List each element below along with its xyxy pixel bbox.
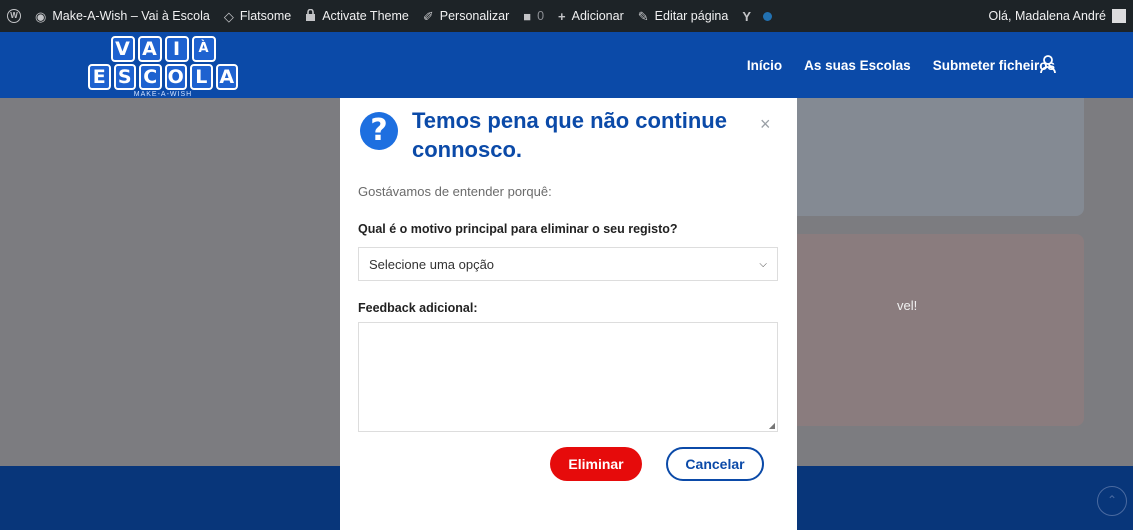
- delete-account-modal: ? Temos pena que não continue connosco. …: [340, 98, 797, 530]
- cancel-button[interactable]: Cancelar: [666, 447, 764, 481]
- my-account-menu[interactable]: Olá, Madalena André: [982, 0, 1133, 32]
- chevron-up-icon: ⌃: [1106, 493, 1118, 507]
- reason-label: Qual é o motivo principal para eliminar …: [358, 222, 678, 236]
- reason-select-value: Selecione uma opção: [369, 256, 495, 272]
- theme-label: Flatsome: [239, 9, 292, 23]
- site-name-label: Make-A-Wish – Vai à Escola: [52, 9, 210, 23]
- customize-label: Personalizar: [439, 9, 510, 23]
- question-icon: ?: [360, 112, 398, 150]
- logo-row-bottom: E S C O L A: [88, 64, 238, 90]
- site-logo[interactable]: V A I À E S C O L A MAKE-A-WISH: [88, 36, 238, 98]
- seo-status-dot: [763, 11, 773, 21]
- resize-handle-icon[interactable]: ◢: [769, 421, 775, 430]
- main-nav: Início As suas Escolas Submeter ficheiro…: [747, 32, 1055, 98]
- logo-tile: A: [215, 64, 238, 90]
- new-content-menu[interactable]: + Adicionar: [551, 0, 631, 32]
- edit-page-menu[interactable]: ✎ Editar página: [631, 0, 736, 32]
- chevron-down-icon: ⌵: [759, 258, 767, 270]
- logo-tile: S: [113, 64, 136, 90]
- greeting-label: Olá, Madalena André: [988, 9, 1106, 23]
- logo-tile: I: [164, 36, 189, 62]
- feedback-textarea[interactable]: ◢: [358, 322, 778, 432]
- comments-menu[interactable]: ■ 0: [516, 0, 551, 32]
- site-header: V A I À E S C O L A MAKE-A-WISH Início A…: [0, 32, 1133, 98]
- logo-tile: C: [139, 64, 162, 90]
- back-to-top-button[interactable]: ⌃: [1097, 486, 1127, 516]
- activate-theme-label: Activate Theme: [322, 9, 409, 23]
- plus-icon: +: [558, 8, 566, 24]
- dashboard-icon: ◉: [35, 8, 47, 24]
- new-content-label: Adicionar: [571, 9, 624, 23]
- diamond-icon: ◇: [223, 8, 234, 24]
- alert-card: vel!: [760, 234, 1084, 426]
- nav-home[interactable]: Início: [747, 58, 782, 73]
- logo-subtitle: MAKE-A-WISH: [133, 91, 193, 98]
- theme-menu[interactable]: ◇ Flatsome: [217, 0, 298, 32]
- alert-card-text: vel!: [897, 298, 918, 313]
- customize-menu[interactable]: ✐ Personalizar: [416, 0, 516, 32]
- reason-select[interactable]: Selecione uma opção ⌵: [358, 247, 778, 281]
- nav-schools[interactable]: As suas Escolas: [804, 58, 911, 73]
- seo-menu[interactable]: Y: [735, 0, 779, 32]
- close-icon[interactable]: ×: [760, 114, 771, 135]
- comment-icon: ■: [523, 8, 532, 24]
- modal-subtitle: Gostávamos de entender porquê:: [358, 184, 552, 199]
- brush-icon: ✐: [422, 8, 434, 24]
- activate-theme-menu[interactable]: Activate Theme: [298, 0, 416, 32]
- user-icon[interactable]: [1039, 54, 1057, 74]
- feedback-label: Feedback adicional:: [358, 301, 478, 315]
- edit-page-label: Editar página: [654, 9, 729, 23]
- logo-tile: E: [88, 64, 111, 90]
- logo-tile: À: [191, 36, 216, 62]
- info-card: [760, 98, 1084, 216]
- comments-count: 0: [537, 9, 545, 23]
- logo-tile: A: [137, 36, 162, 62]
- avatar: [1112, 9, 1126, 23]
- logo-tile: L: [190, 64, 213, 90]
- pencil-icon: ✎: [637, 8, 649, 24]
- logo-tile: O: [164, 64, 187, 90]
- delete-button[interactable]: Eliminar: [550, 447, 642, 481]
- logo-row-top: V A I À: [88, 36, 238, 62]
- wp-logo-menu[interactable]: W: [0, 0, 28, 32]
- logo-tile: V: [110, 36, 135, 62]
- wordpress-icon: W: [7, 9, 21, 23]
- wp-admin-bar: W ◉ Make-A-Wish – Vai à Escola ◇ Flatsom…: [0, 0, 1133, 32]
- modal-title: Temos pena que não continue connosco.: [412, 108, 727, 162]
- lock-icon: [305, 8, 316, 23]
- nav-submit-files[interactable]: Submeter ficheiros: [933, 58, 1055, 73]
- yoast-icon: Y: [742, 8, 752, 24]
- site-name-menu[interactable]: ◉ Make-A-Wish – Vai à Escola: [28, 0, 217, 32]
